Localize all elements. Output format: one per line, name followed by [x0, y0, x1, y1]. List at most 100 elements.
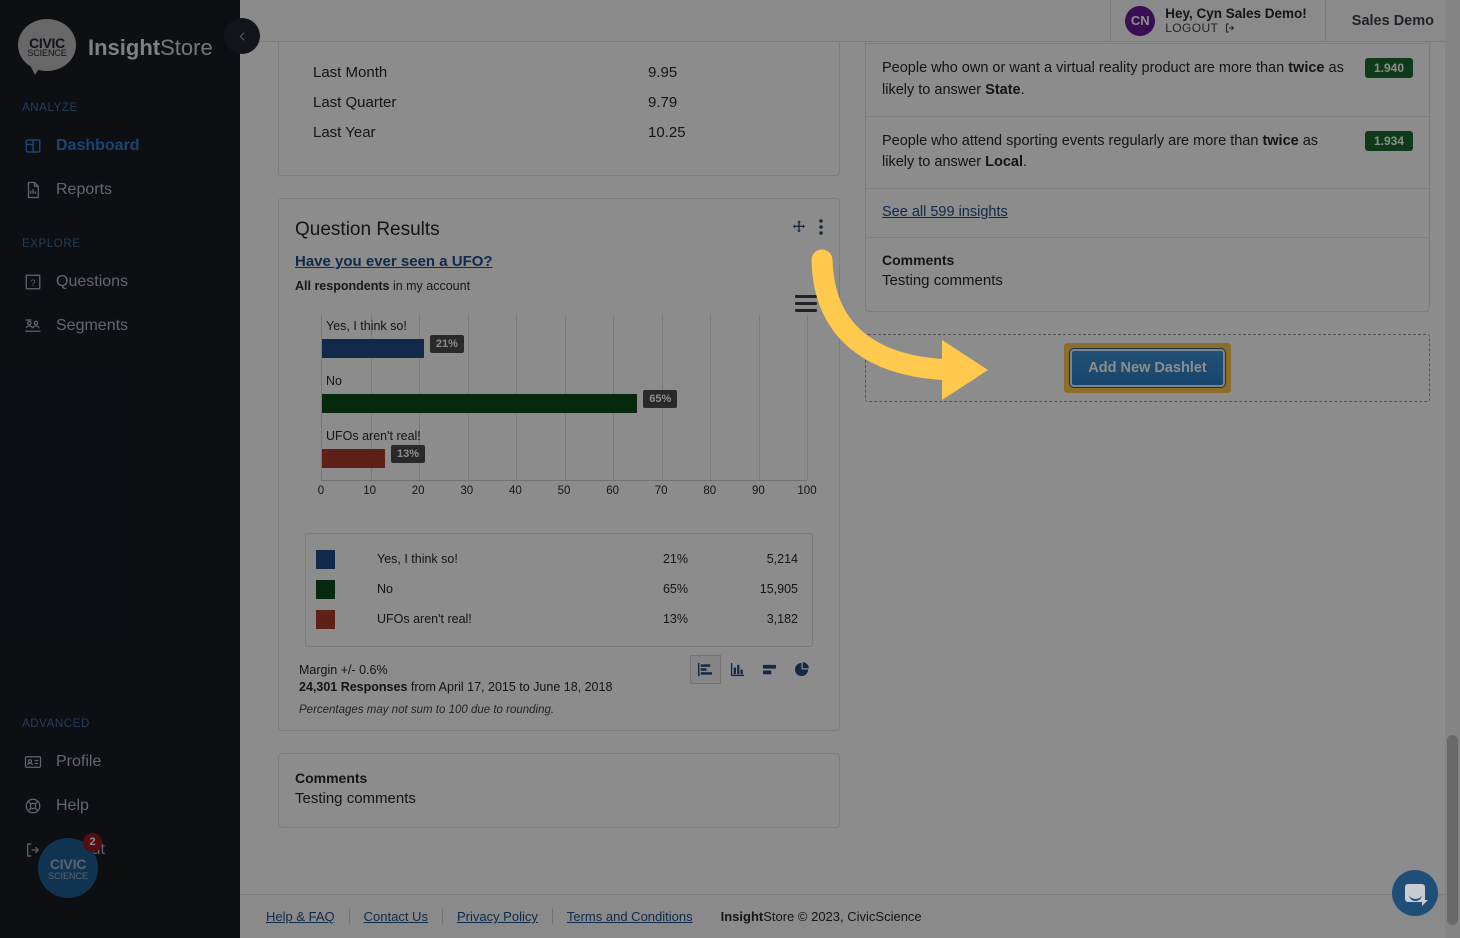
sidebar-collapse-button[interactable] [224, 18, 260, 54]
insights-card: than twice as likely to answer Local. Pe… [865, 42, 1430, 312]
chart-group: UFOs aren't real! 13% [322, 429, 807, 484]
comments-body: Testing comments [882, 272, 1003, 289]
add-new-dashlet-button[interactable]: Add New Dashlet [1069, 348, 1226, 388]
axis-tick: 60 [606, 485, 619, 497]
user-menu[interactable]: CN Hey, Cyn Sales Demo! LOGOUT [1110, 0, 1326, 41]
axis-tick: 30 [460, 485, 474, 497]
sidebar-item-help[interactable]: Help [0, 784, 240, 828]
chart-type-toggles [690, 655, 817, 684]
notification-badge: 2 [83, 833, 102, 852]
responses-count: 24,301 Responses [299, 680, 408, 694]
dashboard-icon [22, 135, 44, 157]
sidebar-section-advanced: ADVANCED [22, 718, 90, 730]
page-scrollbar[interactable] [1445, 0, 1460, 938]
sidebar-item-questions[interactable]: ? Questions [0, 260, 240, 304]
table-row: Last Year 10.25 [279, 117, 839, 147]
chart-bar [322, 339, 424, 358]
footer-link-privacy-policy[interactable]: Privacy Policy [443, 909, 553, 924]
axis-tick: 90 [751, 485, 765, 497]
stats-card: Last Month 9.95 Last Quarter 9.79 Last Y… [278, 42, 840, 176]
table-row: Last Quarter 9.79 [279, 87, 839, 117]
axis-tick: 20 [411, 485, 425, 497]
top-bar: CN Hey, Cyn Sales Demo! LOGOUT Sales Dem… [240, 0, 1460, 42]
stat-label: Last Month [313, 63, 388, 81]
account-name[interactable]: Sales Demo [1326, 0, 1460, 41]
scrollbar-thumb[interactable] [1447, 735, 1458, 925]
axis-tick: 80 [703, 485, 717, 497]
logout-label: LOGOUT [1165, 21, 1219, 36]
comments-body: Testing comments [295, 790, 416, 807]
comments-card-left: Comments Testing comments [278, 753, 840, 828]
insight-part-1: People who own or want a virtual reality… [882, 60, 1289, 76]
axis-tick: 70 [654, 485, 668, 497]
chart-bar-value: 65% [643, 390, 678, 408]
chart-category-label: UFOs aren't real! [326, 429, 421, 443]
vertical-bar-chart-icon[interactable] [722, 655, 753, 684]
respondents-label: All respondents in my account [295, 279, 823, 293]
table-row: No 65% 15,905 [316, 574, 798, 604]
right-column: than twice as likely to answer Local. Pe… [865, 42, 1430, 402]
footer-link-contact-us[interactable]: Contact Us [350, 909, 443, 924]
legend-swatch [316, 549, 335, 569]
legend-percent: 13% [662, 612, 688, 626]
svg-text:?: ? [30, 278, 35, 288]
insight-part-1: People who attend sporting events regula… [882, 132, 1263, 149]
footer-link-help-faq[interactable]: Help & FAQ [252, 909, 350, 924]
comments-card-right: Comments Testing comments [866, 237, 1429, 311]
move-arrows-icon[interactable] [791, 219, 807, 235]
question-box-icon: ? [22, 271, 44, 293]
horizontal-bar-chart-icon[interactable] [690, 655, 721, 684]
stat-label: Last Year [313, 123, 376, 141]
logout-arrow-icon [1226, 23, 1235, 33]
insight-bold-2: State [985, 81, 1021, 98]
footer-link-terms[interactable]: Terms and Conditions [553, 909, 707, 924]
chart-bar [322, 449, 386, 468]
sidebar-item-label: Profile [56, 753, 102, 770]
segments-people-icon [22, 315, 44, 337]
chart-x-axis: 0 10 20 30 40 50 60 70 80 90 100 [317, 485, 817, 503]
see-all-insights-link[interactable]: See all 599 insights [882, 204, 1008, 220]
fab-line1: CIVIC [49, 855, 87, 872]
stacked-bar-chart-icon[interactable] [754, 655, 785, 684]
table-row: Last Month 9.95 [279, 57, 839, 87]
sidebar-item-label: Reports [56, 181, 113, 198]
axis-tick: 0 [317, 485, 325, 497]
chart-group: Yes, I think so! 21% [322, 319, 807, 374]
insight-bold-1: twice [1262, 132, 1299, 149]
page-footer: Help & FAQ Contact Us Privacy Policy Ter… [240, 894, 1460, 938]
kebab-menu-icon[interactable] [819, 219, 823, 235]
chart-category-label: No [326, 374, 342, 388]
hamburger-menu-icon[interactable] [795, 295, 817, 316]
footer-copyright-bold: Insight [720, 909, 764, 924]
comments-title: Comments [882, 252, 955, 268]
id-card-icon [22, 751, 44, 773]
respondents-rest: in my account [389, 279, 471, 293]
chart-group: No 65% [322, 374, 807, 429]
sidebar-item-segments[interactable]: Segments [0, 304, 240, 348]
civicscience-fab-button[interactable]: CIVIC SCIENCE 2 [38, 833, 102, 898]
greeting-text: Hey, Cyn Sales Demo! [1165, 5, 1307, 21]
rounding-note: Percentages may not sum to 100 due to ro… [299, 704, 555, 716]
app-title-bold: Insight [88, 35, 161, 60]
pie-chart-icon[interactable] [786, 655, 817, 684]
sidebar-item-logout[interactable]: Logout [0, 828, 240, 872]
sidebar-item-profile[interactable]: Profile [0, 740, 240, 784]
chart-legend-table: Yes, I think so! 21% 5,214 No 65% 15,905… [305, 533, 813, 647]
legend-count: 15,905 [759, 582, 798, 596]
lifebuoy-icon [22, 795, 44, 817]
insight-row: People who own or want a virtual reality… [866, 43, 1429, 116]
add-dashlet-highlight: Add New Dashlet [1064, 343, 1231, 393]
chat-bubble-icon[interactable] [1392, 870, 1438, 916]
axis-tick: 50 [557, 485, 571, 497]
stat-value: 10.25 [648, 123, 686, 141]
comments-title: Comments [295, 770, 368, 786]
question-link[interactable]: Have you ever seen a UFO? [295, 253, 493, 270]
chart-plot-area: Yes, I think so! 21% No 65% UFOs aren't … [321, 315, 808, 480]
sidebar-item-reports[interactable]: Reports [0, 168, 240, 212]
legend-label: Yes, I think so! [377, 552, 458, 566]
sidebar-item-dashboard[interactable]: Dashboard [0, 124, 240, 168]
logo-line2: SCIENCE [27, 48, 67, 58]
legend-count: 5,214 [766, 552, 798, 566]
main-content: Last Month 9.95 Last Quarter 9.79 Last Y… [240, 42, 1460, 894]
logout-button[interactable]: LOGOUT [1165, 21, 1307, 35]
